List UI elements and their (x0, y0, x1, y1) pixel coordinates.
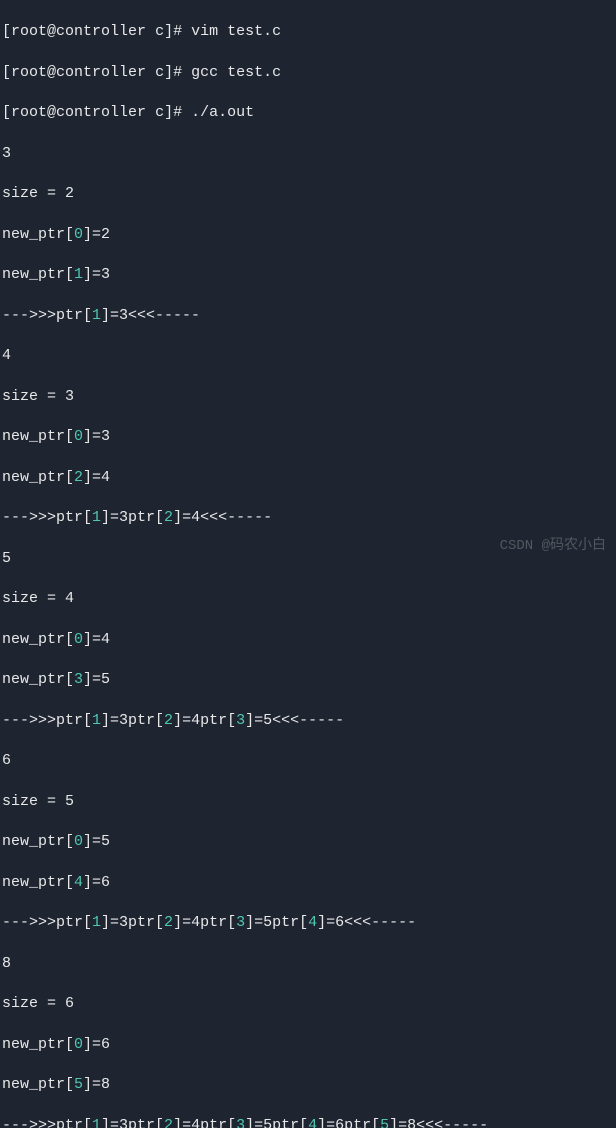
prompt-line-2: [root@controller c]# gcc test.c (2, 63, 614, 83)
terminal-output[interactable]: [root@controller c]# vim test.c [root@co… (2, 2, 614, 1128)
output-line: new_ptr[5]=8 (2, 1075, 614, 1095)
output-line: new_ptr[0]=4 (2, 630, 614, 650)
output-line: new_ptr[0]=3 (2, 427, 614, 447)
output-line: 5 (2, 549, 614, 569)
output-line: size = 6 (2, 994, 614, 1014)
output-line: --->>>ptr[1]=3<<<----- (2, 306, 614, 326)
output-line: --->>>ptr[1]=3ptr[2]=4<<<----- (2, 508, 614, 528)
output-line: 3 (2, 144, 614, 164)
output-line: new_ptr[0]=6 (2, 1035, 614, 1055)
output-line: --->>>ptr[1]=3ptr[2]=4ptr[3]=5ptr[4]=6pt… (2, 1116, 614, 1128)
output-line: 6 (2, 751, 614, 771)
output-line: new_ptr[0]=2 (2, 225, 614, 245)
output-line: 8 (2, 954, 614, 974)
output-line: --->>>ptr[1]=3ptr[2]=4ptr[3]=5ptr[4]=6<<… (2, 913, 614, 933)
output-line: size = 2 (2, 184, 614, 204)
prompt-line-3: [root@controller c]# ./a.out (2, 103, 614, 123)
output-line: new_ptr[2]=4 (2, 468, 614, 488)
output-line: size = 5 (2, 792, 614, 812)
output-line: size = 3 (2, 387, 614, 407)
output-line: new_ptr[3]=5 (2, 670, 614, 690)
prompt-line-1: [root@controller c]# vim test.c (2, 22, 614, 42)
output-line: 4 (2, 346, 614, 366)
output-line: new_ptr[0]=5 (2, 832, 614, 852)
output-line: size = 4 (2, 589, 614, 609)
output-line: new_ptr[4]=6 (2, 873, 614, 893)
output-line: new_ptr[1]=3 (2, 265, 614, 285)
output-line: --->>>ptr[1]=3ptr[2]=4ptr[3]=5<<<----- (2, 711, 614, 731)
